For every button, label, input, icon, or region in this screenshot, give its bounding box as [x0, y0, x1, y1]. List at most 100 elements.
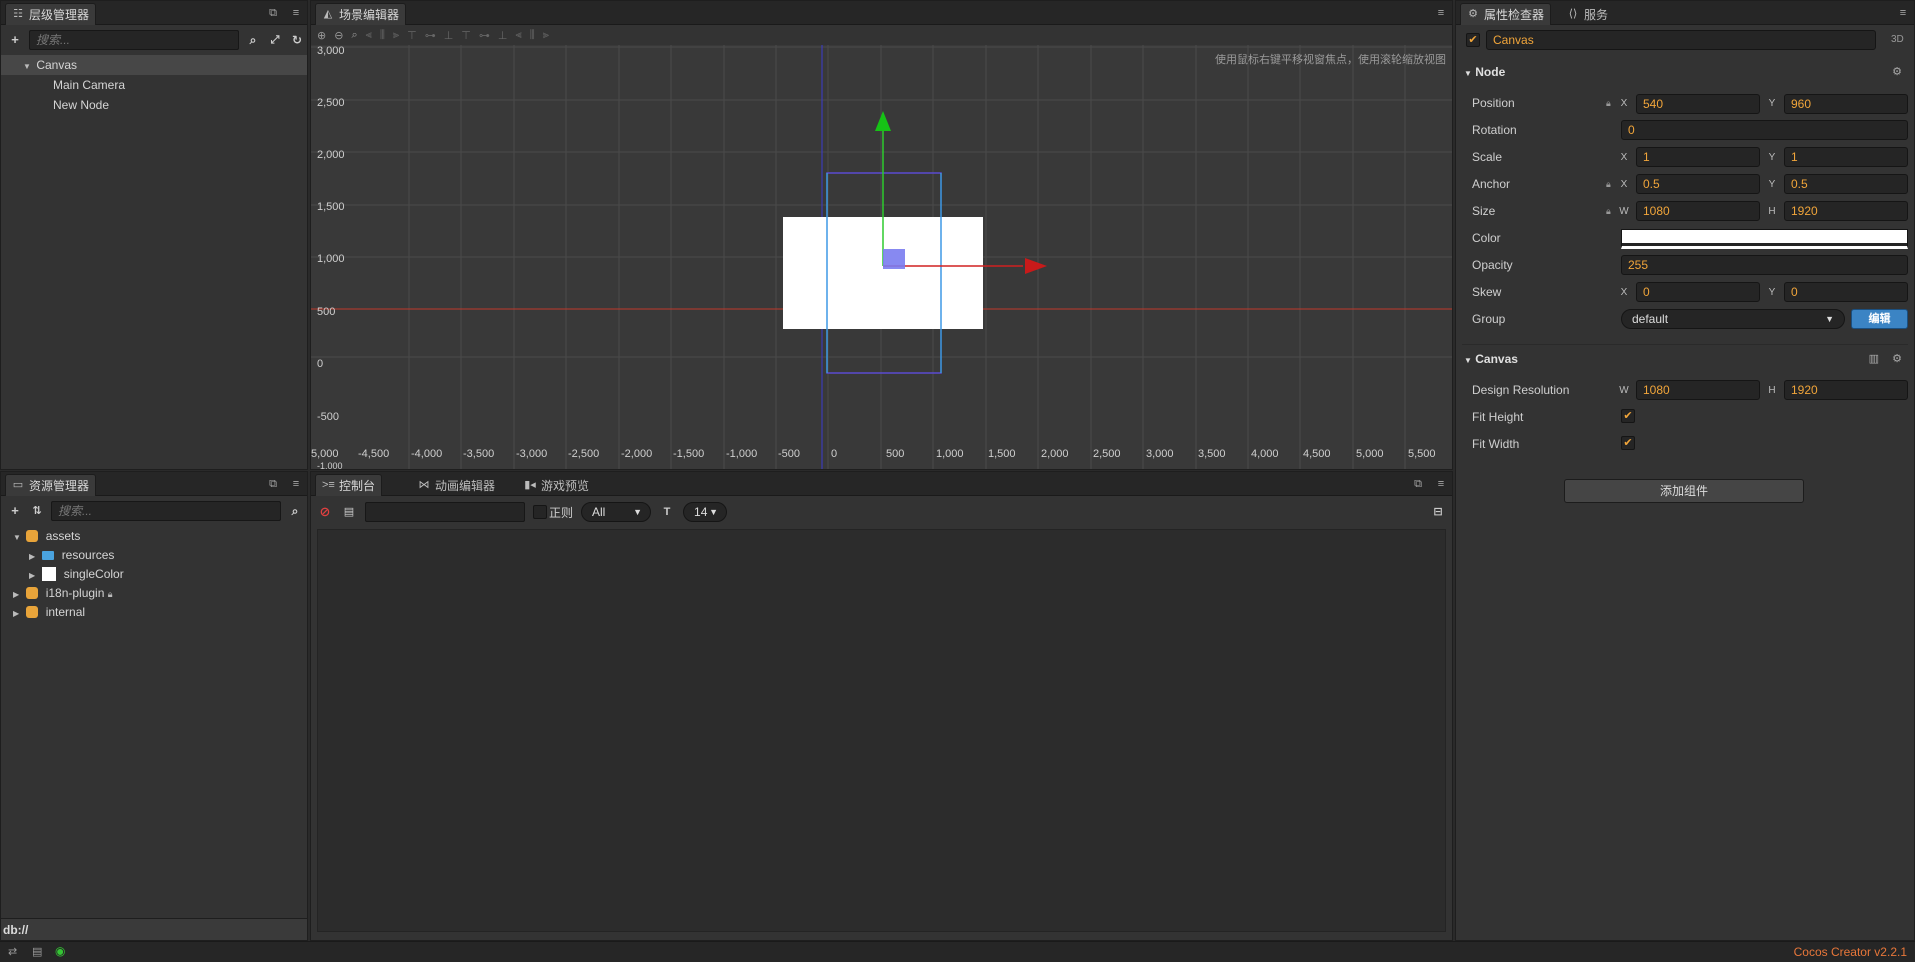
- design-h-input[interactable]: 1920: [1784, 380, 1908, 400]
- fit-height-checkbox[interactable]: ✔: [1621, 409, 1635, 423]
- assets-toolbar: + ⇅ 搜索... ⌕: [1, 497, 307, 525]
- node-settings-icon[interactable]: ⚙: [1892, 65, 1902, 78]
- color-picker[interactable]: [1621, 229, 1908, 249]
- add-icon[interactable]: +: [7, 32, 23, 48]
- regex-checkbox[interactable]: [533, 505, 547, 519]
- tab-services[interactable]: ⟨⟩ 服务: [1560, 3, 1615, 25]
- menu-icon[interactable]: ≡: [289, 6, 303, 20]
- tree-item-internal[interactable]: ▶ internal: [1, 602, 307, 622]
- lock-icon[interactable]: 🔒︎: [1606, 98, 1611, 109]
- lock-icon: 🔒︎: [107, 589, 113, 599]
- tab-console[interactable]: >≡ 控制台: [315, 474, 383, 496]
- skew-y-input[interactable]: 0: [1784, 282, 1908, 302]
- ruler-y-tick: 1,000: [317, 253, 345, 265]
- axis-h-label: H: [1768, 206, 1776, 217]
- help-book-icon[interactable]: ▥: [1869, 352, 1879, 365]
- sort-icon[interactable]: ⇅: [29, 503, 45, 519]
- eye-icon[interactable]: ◉: [55, 944, 65, 958]
- tab-hierarchy[interactable]: ☷ 层级管理器: [5, 3, 97, 25]
- chevron-right-icon[interactable]: ▶: [13, 604, 23, 624]
- node-active-checkbox[interactable]: ✔: [1466, 33, 1480, 47]
- font-size-select[interactable]: 14 ▼: [683, 502, 728, 522]
- size-h-input[interactable]: 1920: [1784, 201, 1908, 221]
- console-filter-input[interactable]: [365, 502, 525, 522]
- tab-inspector[interactable]: ⚙ 属性检查器: [1460, 3, 1552, 25]
- assets-search-input[interactable]: 搜索...: [51, 501, 281, 521]
- log-level-select[interactable]: All ▼: [581, 502, 652, 522]
- distribute-left-icon[interactable]: ⫷: [515, 29, 521, 42]
- hierarchy-search-input[interactable]: 搜索...: [29, 30, 239, 50]
- sync-icon[interactable]: ⇄: [8, 945, 17, 958]
- scale-x-input[interactable]: 1: [1636, 147, 1760, 167]
- ruler-x-tick: 1,000: [936, 448, 964, 460]
- align-center-v-icon[interactable]: ⊶: [425, 29, 436, 42]
- 3d-toggle[interactable]: 3D: [1891, 34, 1904, 45]
- popout-icon[interactable]: ⧉: [266, 477, 280, 491]
- zoom-in-icon[interactable]: ⊕: [317, 29, 326, 42]
- align-left-icon[interactable]: ⫷: [366, 29, 372, 42]
- lock-icon[interactable]: 🔒︎: [1606, 206, 1611, 217]
- rotation-input[interactable]: 0: [1621, 120, 1908, 140]
- tree-item-resources[interactable]: ▶ resources: [1, 545, 307, 565]
- align-center-h-icon[interactable]: ⫼: [380, 29, 385, 42]
- scale-y-input[interactable]: 1: [1784, 147, 1908, 167]
- tab-animation[interactable]: ⋈ 动画编辑器: [411, 474, 502, 496]
- tab-scene[interactable]: ◭ 场景编辑器: [315, 3, 407, 25]
- edit-group-button[interactable]: 编辑: [1851, 309, 1908, 329]
- menu-icon[interactable]: ≡: [1434, 6, 1448, 20]
- position-x-input[interactable]: 540: [1636, 94, 1760, 114]
- node-name-input[interactable]: Canvas: [1486, 30, 1876, 50]
- collapse-icon[interactable]: ⊟: [1430, 504, 1446, 520]
- anchor-y-input[interactable]: 0.5: [1784, 174, 1908, 194]
- search-icon[interactable]: ⌕: [245, 32, 261, 48]
- zoom-out-icon[interactable]: ⊖: [334, 29, 343, 42]
- canvas-settings-icon[interactable]: ⚙: [1892, 352, 1902, 365]
- menu-icon[interactable]: ≡: [289, 477, 303, 491]
- refresh-icon[interactable]: ↻: [289, 32, 305, 48]
- distribute-middle-icon[interactable]: ⊶: [479, 29, 490, 42]
- tree-item-assets[interactable]: ▼ assets: [1, 526, 307, 546]
- tree-item-canvas[interactable]: ▼ Canvas: [1, 55, 307, 75]
- position-y-input[interactable]: 960: [1784, 94, 1908, 114]
- distribute-top-icon[interactable]: ⊤: [461, 29, 471, 42]
- canvas-section-header[interactable]: ▼ Canvas: [1456, 348, 1914, 370]
- popout-icon[interactable]: ⧉: [1411, 477, 1425, 491]
- distribute-center-icon[interactable]: ⫼: [530, 29, 535, 42]
- clear-icon[interactable]: ⊘: [317, 504, 333, 520]
- distribute-right-icon[interactable]: ⫸: [543, 29, 549, 42]
- node-section-header[interactable]: ▼ Node: [1456, 61, 1914, 83]
- tree-item-i18n-plugin[interactable]: ▶ i18n-plugin 🔒︎: [1, 583, 307, 603]
- tree-item-main-camera[interactable]: Main Camera: [1, 75, 307, 95]
- align-right-icon[interactable]: ⫸: [393, 29, 399, 42]
- lock-icon[interactable]: 🔒︎: [1606, 179, 1611, 190]
- tab-assets[interactable]: ▭ 资源管理器: [5, 474, 97, 496]
- chevron-down-icon[interactable]: ▼: [23, 57, 33, 77]
- fit-width-checkbox[interactable]: ✔: [1621, 436, 1635, 450]
- skew-x-input[interactable]: 0: [1636, 282, 1760, 302]
- log-file-icon[interactable]: ▤: [341, 504, 357, 520]
- menu-icon[interactable]: ≡: [1896, 6, 1910, 20]
- console-log-area[interactable]: [317, 529, 1446, 932]
- group-label: Group: [1472, 312, 1506, 326]
- add-component-button[interactable]: 添加组件: [1564, 479, 1804, 503]
- opacity-input[interactable]: 255: [1621, 255, 1908, 275]
- tree-item-singlecolor[interactable]: ▶ singleColor: [1, 564, 307, 584]
- group-select[interactable]: default ▼: [1621, 309, 1845, 329]
- size-w-input[interactable]: 1080: [1636, 201, 1760, 221]
- anchor-x-input[interactable]: 0.5: [1636, 174, 1760, 194]
- popout-icon[interactable]: ⧉: [266, 6, 280, 20]
- search-icon[interactable]: ⌕: [287, 503, 303, 519]
- database-icon[interactable]: ▤: [32, 945, 42, 958]
- expand-icon[interactable]: ⤢: [267, 32, 283, 48]
- scene-viewport[interactable]: [311, 45, 1453, 470]
- design-w-input[interactable]: 1080: [1636, 380, 1760, 400]
- menu-icon[interactable]: ≡: [1434, 477, 1448, 491]
- zoom-reset-icon[interactable]: ⌕: [351, 29, 357, 42]
- tab-scene-label: 场景编辑器: [339, 8, 400, 22]
- tree-item-new-node[interactable]: New Node: [1, 95, 307, 115]
- align-bottom-icon[interactable]: ⊥: [444, 29, 454, 42]
- distribute-bottom-icon[interactable]: ⊥: [498, 29, 508, 42]
- tab-game-preview[interactable]: ▮◂ 游戏预览: [517, 474, 596, 496]
- add-icon[interactable]: +: [7, 503, 23, 519]
- align-top-icon[interactable]: ⊤: [407, 29, 417, 42]
